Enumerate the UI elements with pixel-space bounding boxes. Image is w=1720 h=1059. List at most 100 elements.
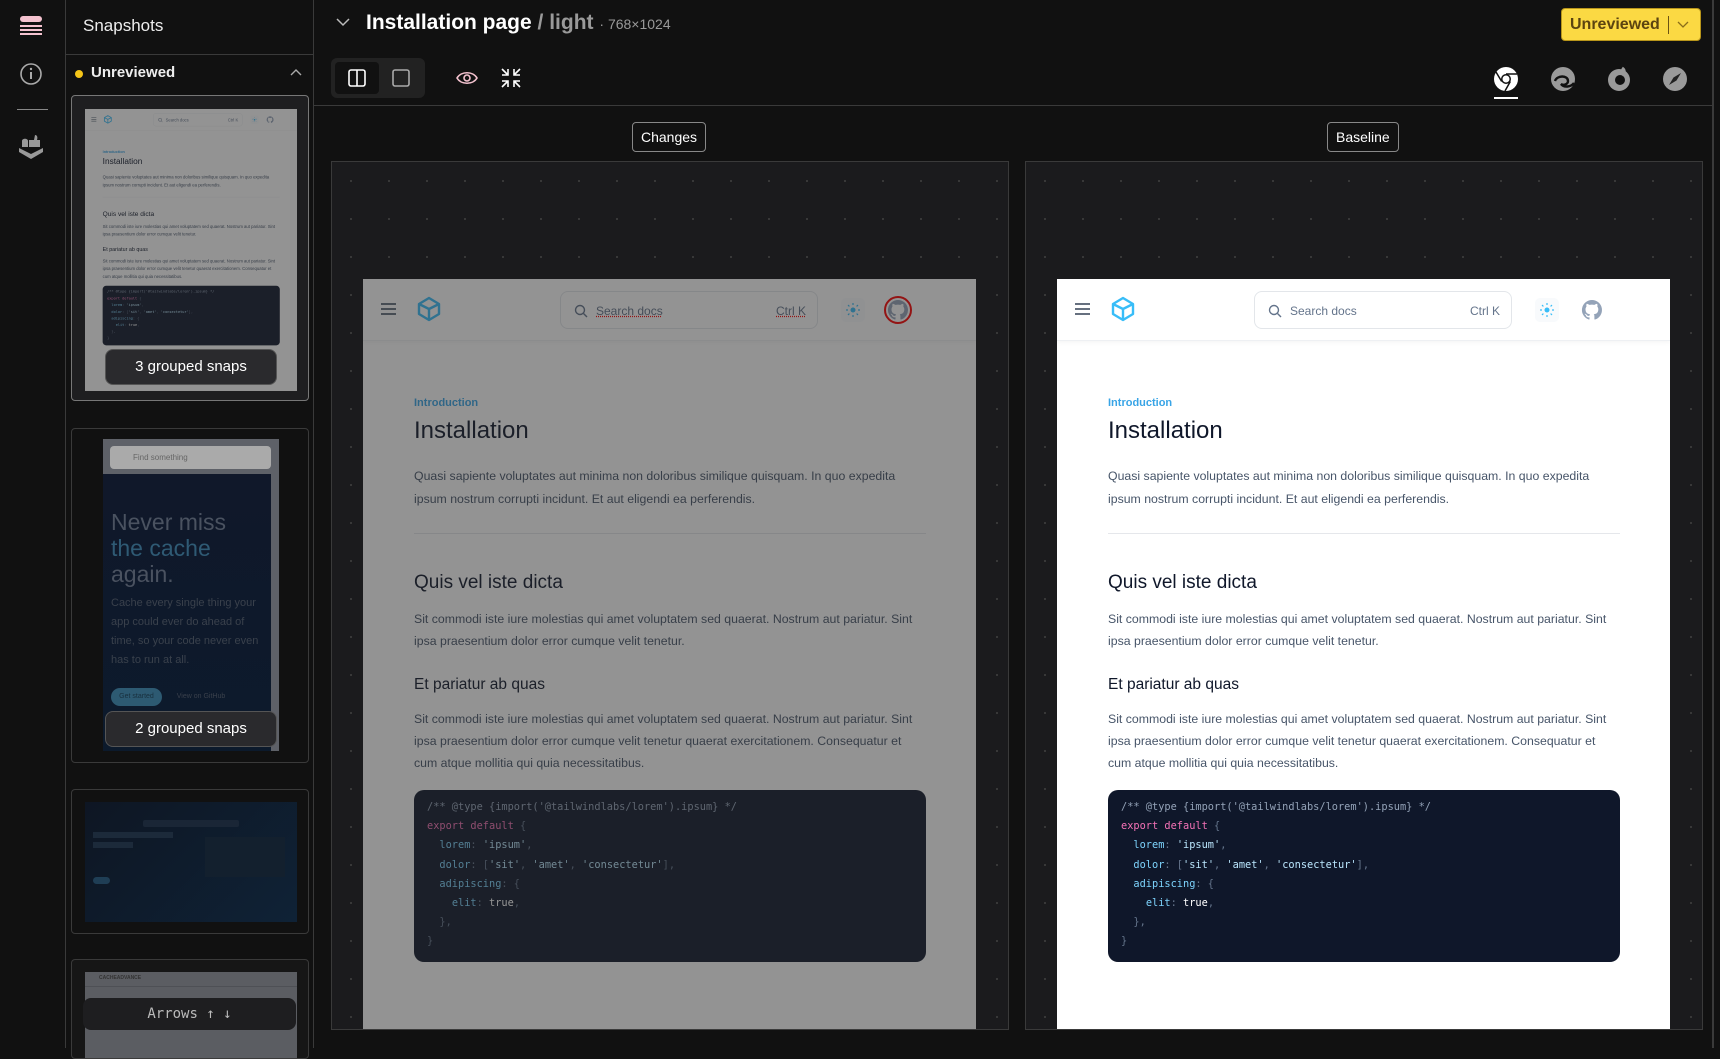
edge-icon (1550, 66, 1576, 92)
active-browser-indicator (1494, 97, 1518, 99)
docs-header: Search docs Ctrl K (1057, 279, 1670, 341)
logo-cube-icon (416, 296, 442, 322)
changes-panel: Search docs Ctrl K Introduction Installa… (331, 161, 1009, 1030)
single-view-icon (392, 69, 410, 87)
snapshots-list-icon[interactable] (20, 16, 42, 36)
logo-cube-icon (1110, 296, 1136, 322)
theme-toggle-button[interactable] (841, 298, 865, 322)
sidebar-title: Snapshots (83, 16, 163, 36)
subsection-paragraph: Sit commodi iste iure molestias qui amet… (1108, 708, 1620, 774)
baseline-label: Baseline (1327, 122, 1399, 152)
baseline-panel: Search docs Ctrl K Introduction Installa… (1025, 161, 1703, 1030)
view-mode-toggle (331, 58, 425, 98)
snapshot-thumbnail (85, 802, 297, 922)
search-shortcut: Ctrl K (1470, 304, 1500, 318)
subsection-paragraph: Sit commodi iste iure molestias qui amet… (414, 708, 926, 774)
split-view-icon (348, 69, 366, 87)
docs-header: Search docs Ctrl K (85, 109, 297, 130)
keyboard-hint-tooltip: Arrows ↑ ↓ (83, 998, 296, 1030)
menu-icon[interactable] (381, 303, 396, 315)
rail-divider (17, 109, 48, 110)
unreviewed-group-header[interactable]: Unreviewed (66, 60, 314, 88)
sidebar-divider (66, 54, 314, 55)
subsection-heading: Et pariatur ab quas (414, 676, 926, 694)
search-placeholder: Search docs (166, 118, 189, 123)
browser-safari-button[interactable] (1658, 62, 1692, 96)
chevron-down-icon[interactable] (336, 18, 350, 27)
get-started-button: Get started (111, 688, 162, 706)
snapshot-card[interactable]: Search docs Ctrl K Introduction Installa… (71, 95, 309, 401)
search-shortcut: Ctrl K (776, 304, 806, 318)
hero-line-3: again. (111, 561, 174, 587)
subsection-paragraph: Sit commodi iste iure molestias qui amet… (103, 257, 280, 280)
intro-paragraph: Quasi sapiente voluptates aut minima non… (103, 173, 280, 189)
snapshot-card[interactable] (71, 789, 309, 934)
docs-search-input[interactable]: Search docs Ctrl K (1254, 291, 1512, 329)
theme-toggle-button[interactable] (1535, 298, 1559, 322)
review-approve-icon[interactable] (16, 132, 46, 162)
page-heading: Installation (414, 417, 926, 445)
search-shortcut: Ctrl K (228, 118, 238, 123)
docs-header: Search docs Ctrl K (363, 279, 976, 341)
info-icon[interactable] (19, 62, 43, 86)
chevron-down-icon (1677, 21, 1689, 29)
chrome-icon (1493, 66, 1519, 92)
docs-content: Introduction Installation Quasi sapiente… (103, 150, 280, 345)
review-status-dropdown[interactable]: Unreviewed (1561, 8, 1701, 41)
code-block: /** @type {import('@tailwindlabs/lorem')… (414, 790, 926, 962)
sun-icon (252, 117, 257, 122)
menu-icon[interactable] (91, 117, 96, 121)
theme-toggle-button[interactable] (250, 116, 258, 124)
github-icon[interactable] (266, 116, 274, 124)
chevron-up-icon[interactable] (290, 68, 302, 76)
safari-icon (1662, 66, 1688, 92)
grouped-snaps-badge: 2 grouped snaps (105, 711, 277, 747)
section-heading: Quis vel iste dicta (103, 210, 280, 218)
browser-firefox-button[interactable] (1602, 62, 1636, 96)
search-placeholder: Search docs (1290, 304, 1357, 318)
section-paragraph: Sit commodi iste iure molestias qui amet… (414, 608, 926, 652)
eyebrow-label[interactable]: Introduction (103, 150, 280, 154)
hero-text: Cache every single thing your app could … (111, 594, 266, 670)
browser-edge-button[interactable] (1546, 62, 1580, 96)
scrollbar[interactable] (1712, 0, 1714, 1048)
docs-content: Introduction Installation Quasi sapiente… (414, 397, 926, 962)
search-icon (1268, 304, 1282, 318)
page-heading: Installation (1108, 417, 1620, 445)
menu-icon[interactable] (1075, 303, 1090, 315)
left-rail (0, 0, 66, 1048)
changes-screenshot[interactable]: Search docs Ctrl K Introduction Installa… (363, 279, 976, 1030)
subsection-heading: Et pariatur ab quas (1108, 676, 1620, 694)
divider (1108, 533, 1620, 534)
intro-paragraph: Quasi sapiente voluptates aut minima non… (1108, 465, 1620, 510)
thumb-search: Find something (110, 446, 271, 469)
hero-line-1: Never miss (111, 509, 226, 535)
github-icon[interactable] (1580, 298, 1604, 322)
github-icon[interactable] (886, 298, 910, 322)
review-status-label: Unreviewed (1570, 16, 1660, 34)
firefox-icon (1606, 66, 1632, 92)
eyebrow-label[interactable]: Introduction (1108, 397, 1620, 409)
status-dot (75, 70, 83, 78)
docs-search-input[interactable]: Search docs Ctrl K (153, 113, 242, 126)
eyebrow-label[interactable]: Introduction (414, 397, 926, 409)
divider (414, 533, 926, 534)
snapshot-card[interactable]: Find something Never miss the cache agai… (71, 428, 309, 763)
compress-icon[interactable] (501, 68, 521, 88)
split-view-button[interactable] (335, 62, 379, 94)
docs-search-input[interactable]: Search docs Ctrl K (560, 291, 818, 329)
browser-chrome-button[interactable] (1489, 62, 1523, 96)
snapshots-sidebar: Snapshots Unreviewed Search docs Ctrl K … (66, 0, 314, 1048)
snapshot-title: Installation page / light · 768×1024 (366, 11, 671, 35)
page-heading: Installation (103, 157, 280, 167)
snapshot-thumbnail: Find something Never miss the cache agai… (103, 439, 279, 751)
eye-diff-icon[interactable] (455, 68, 479, 88)
section-heading: Quis vel iste dicta (1108, 572, 1620, 594)
baseline-screenshot[interactable]: Search docs Ctrl K Introduction Installa… (1057, 279, 1670, 1030)
sun-icon (1540, 303, 1554, 317)
single-view-button[interactable] (379, 62, 423, 94)
grouped-snaps-badge: 3 grouped snaps (105, 349, 277, 385)
intro-paragraph: Quasi sapiente voluptates aut minima non… (414, 465, 926, 510)
code-block: /** @type {import('@tailwindlabs/lorem')… (1108, 790, 1620, 962)
subsection-heading: Et pariatur ab quas (103, 246, 280, 252)
